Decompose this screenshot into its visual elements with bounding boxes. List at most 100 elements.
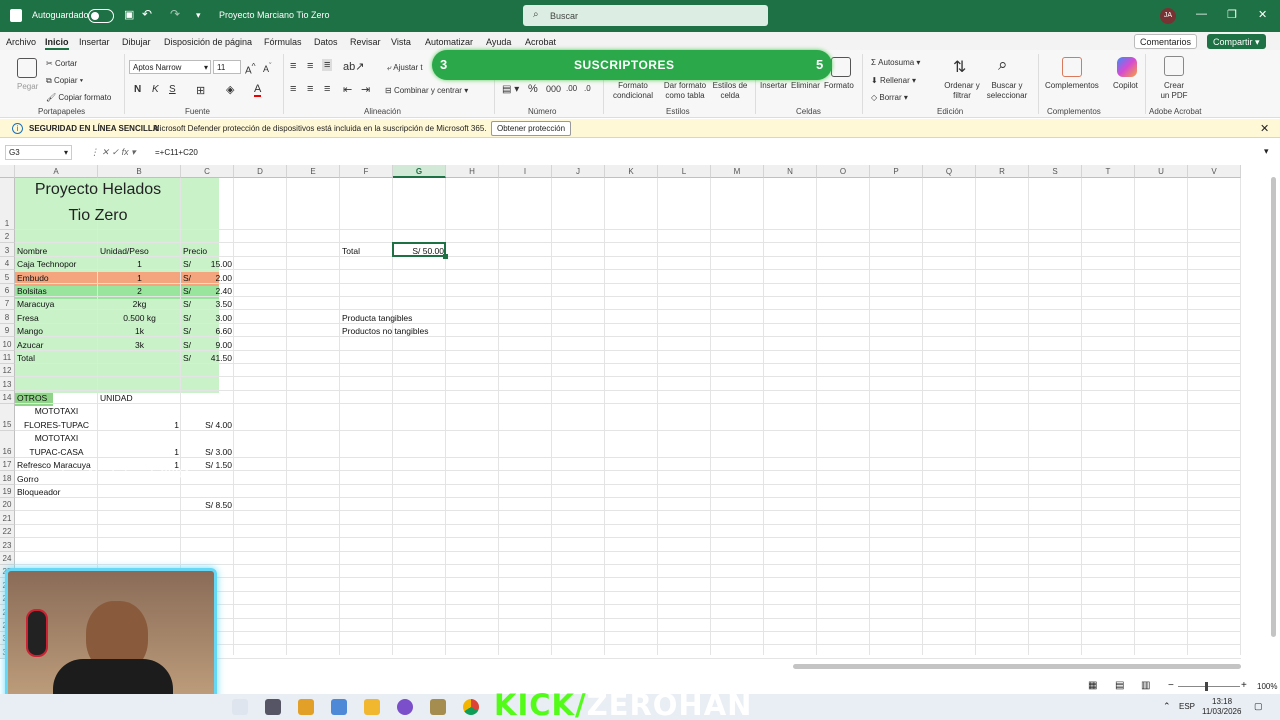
column-header-c[interactable]: C [181, 165, 234, 178]
row-header[interactable]: 16 [0, 431, 15, 458]
row-header[interactable]: 1 [0, 178, 15, 230]
wrap-text-button[interactable]: ⤶ Ajustar t [387, 63, 423, 73]
item-unit[interactable]: 2 [98, 286, 181, 296]
item-price[interactable]: 3.00 [196, 313, 234, 323]
insert-function-icon[interactable]: ⋮ ✕ ✓ fx ▾ [90, 147, 136, 158]
tab-revisar[interactable]: Revisar [350, 37, 381, 47]
row-header[interactable]: 11 [0, 350, 15, 364]
otros-unit[interactable]: 1 [98, 447, 181, 457]
fill-color-icon[interactable]: ◈ [226, 83, 234, 96]
decrease-decimal-icon[interactable]: .0 [584, 84, 591, 93]
otros-price[interactable]: S/ 4.00 [181, 420, 234, 430]
column-header-f[interactable]: F [340, 165, 393, 178]
item-price[interactable]: 9.00 [196, 340, 234, 350]
otros-header[interactable]: OTROS [15, 393, 98, 403]
row-header[interactable]: 3 [0, 243, 15, 257]
header-nombre[interactable]: Nombre [15, 246, 98, 256]
delete-cells-button[interactable]: Eliminar [791, 81, 820, 90]
item-price[interactable]: 6.60 [196, 326, 234, 336]
tab-insertar[interactable]: Insertar [79, 37, 110, 47]
expand-formula-icon[interactable]: ▾ [1264, 146, 1269, 157]
comma-style-icon[interactable]: 000 [546, 84, 561, 94]
column-header-v[interactable]: V [1188, 165, 1241, 178]
close-icon[interactable]: ✕ [1258, 8, 1267, 21]
save-icon[interactable]: ▣ [124, 8, 134, 21]
underline-icon[interactable]: S [169, 84, 176, 95]
item-unit[interactable]: 3k [98, 340, 181, 350]
share-button[interactable]: Compartir ▾ [1207, 34, 1266, 49]
column-header-h[interactable]: H [446, 165, 499, 178]
name-box[interactable]: G3 ▾ [5, 145, 72, 160]
otros-line1[interactable]: MOTOTAXI [15, 433, 98, 443]
column-header-l[interactable]: L [658, 165, 711, 178]
tab-archivo[interactable]: Archivo [6, 37, 36, 47]
item-unit[interactable]: 1 [98, 259, 181, 269]
row-header[interactable]: 4 [0, 256, 15, 271]
sort-filter-button[interactable]: Ordenar y filtrar [942, 81, 982, 101]
item-name[interactable]: Fresa [15, 313, 98, 323]
create-pdf-icon[interactable] [1164, 56, 1184, 76]
otros-total[interactable]: S/ 8.50 [181, 500, 234, 510]
autosum-button[interactable]: Σ Autosuma ▾ [871, 58, 920, 67]
copy-button[interactable]: ⧉ Copiar ▾ [46, 76, 83, 86]
folder-icon[interactable] [364, 699, 380, 715]
format-cells-button[interactable]: Formato [824, 81, 854, 90]
row-header[interactable]: 13 [0, 377, 15, 391]
column-header-g[interactable]: G [393, 165, 446, 178]
minimize-icon[interactable]: — [1196, 8, 1207, 20]
otros-line1[interactable]: MOTOTAXI [15, 406, 98, 416]
clock-date[interactable]: 11/03/2026 [1202, 707, 1241, 716]
item-name[interactable]: Azucar [15, 340, 98, 350]
font-size-select[interactable]: 11 [213, 60, 241, 74]
increase-decimal-icon[interactable]: .00 [566, 84, 577, 93]
create-pdf-button[interactable]: Crear un PDF [1160, 81, 1188, 101]
otros-line2[interactable]: TUPAC-CASA [15, 447, 98, 457]
grow-font-icon[interactable]: A^ [245, 61, 256, 76]
language-indicator[interactable]: ESP [1179, 702, 1195, 711]
app-icon[interactable] [430, 699, 446, 715]
tab-vista[interactable]: Vista [391, 37, 411, 47]
obs-icon[interactable] [397, 699, 413, 715]
fill-handle[interactable] [443, 253, 448, 259]
row-header[interactable]: 17 [0, 457, 15, 472]
row-header[interactable]: 10 [0, 337, 15, 351]
autosave-toggle[interactable] [88, 9, 114, 23]
column-header-u[interactable]: U [1135, 165, 1188, 178]
row-header[interactable]: 24 [0, 551, 15, 565]
search-box[interactable]: ⌕ Buscar [523, 5, 768, 26]
item-name[interactable]: Maracuya [15, 299, 98, 309]
clear-button[interactable]: ◇ Borrar ▾ [871, 93, 908, 102]
restore-icon[interactable]: ❐ [1227, 8, 1237, 21]
align-left-icon[interactable]: ≡ [290, 83, 296, 95]
orientation-icon[interactable]: ab↗ [343, 60, 364, 73]
column-header-e[interactable]: E [287, 165, 340, 178]
sheet-title-line2[interactable]: Tio Zero [15, 207, 181, 225]
scroll-thumb[interactable] [1271, 177, 1276, 637]
find-select-button[interactable]: Buscar y seleccionar [982, 81, 1032, 101]
zoom-in-icon[interactable]: + [1241, 680, 1247, 691]
column-header-t[interactable]: T [1082, 165, 1135, 178]
close-icon[interactable]: ✕ [1260, 122, 1269, 135]
sort-filter-icon[interactable]: ⇅ [953, 57, 966, 77]
avatar[interactable]: JA [1160, 8, 1176, 24]
tab-disposicion[interactable]: Disposición de página [164, 37, 252, 47]
item-unit[interactable]: 0.500 kg [98, 313, 181, 323]
format-painter-button[interactable]: 🖌 Copiar formato [46, 93, 111, 102]
row-header[interactable]: 8 [0, 310, 15, 324]
tab-inicio[interactable]: Inicio [45, 37, 69, 50]
vertical-scrollbar[interactable] [1268, 165, 1280, 655]
align-top-icon[interactable]: ≡ [290, 60, 296, 72]
column-header-s[interactable]: S [1029, 165, 1082, 178]
task-view-icon[interactable] [232, 699, 248, 715]
total-side-label[interactable]: Total [340, 246, 393, 256]
item-price[interactable]: 2.40 [196, 286, 234, 296]
borders-icon[interactable]: ⊞ [196, 84, 205, 97]
column-header-r[interactable]: R [976, 165, 1029, 178]
tab-dibujar[interactable]: Dibujar [122, 37, 151, 47]
copilot-icon[interactable] [1117, 57, 1137, 77]
horizontal-scrollbar[interactable] [785, 662, 1245, 670]
clock-time[interactable]: 13:18 [1212, 697, 1232, 706]
notifications-icon[interactable]: ▢ [1254, 701, 1263, 712]
chrome-icon[interactable] [463, 699, 479, 715]
column-header-i[interactable]: I [499, 165, 552, 178]
